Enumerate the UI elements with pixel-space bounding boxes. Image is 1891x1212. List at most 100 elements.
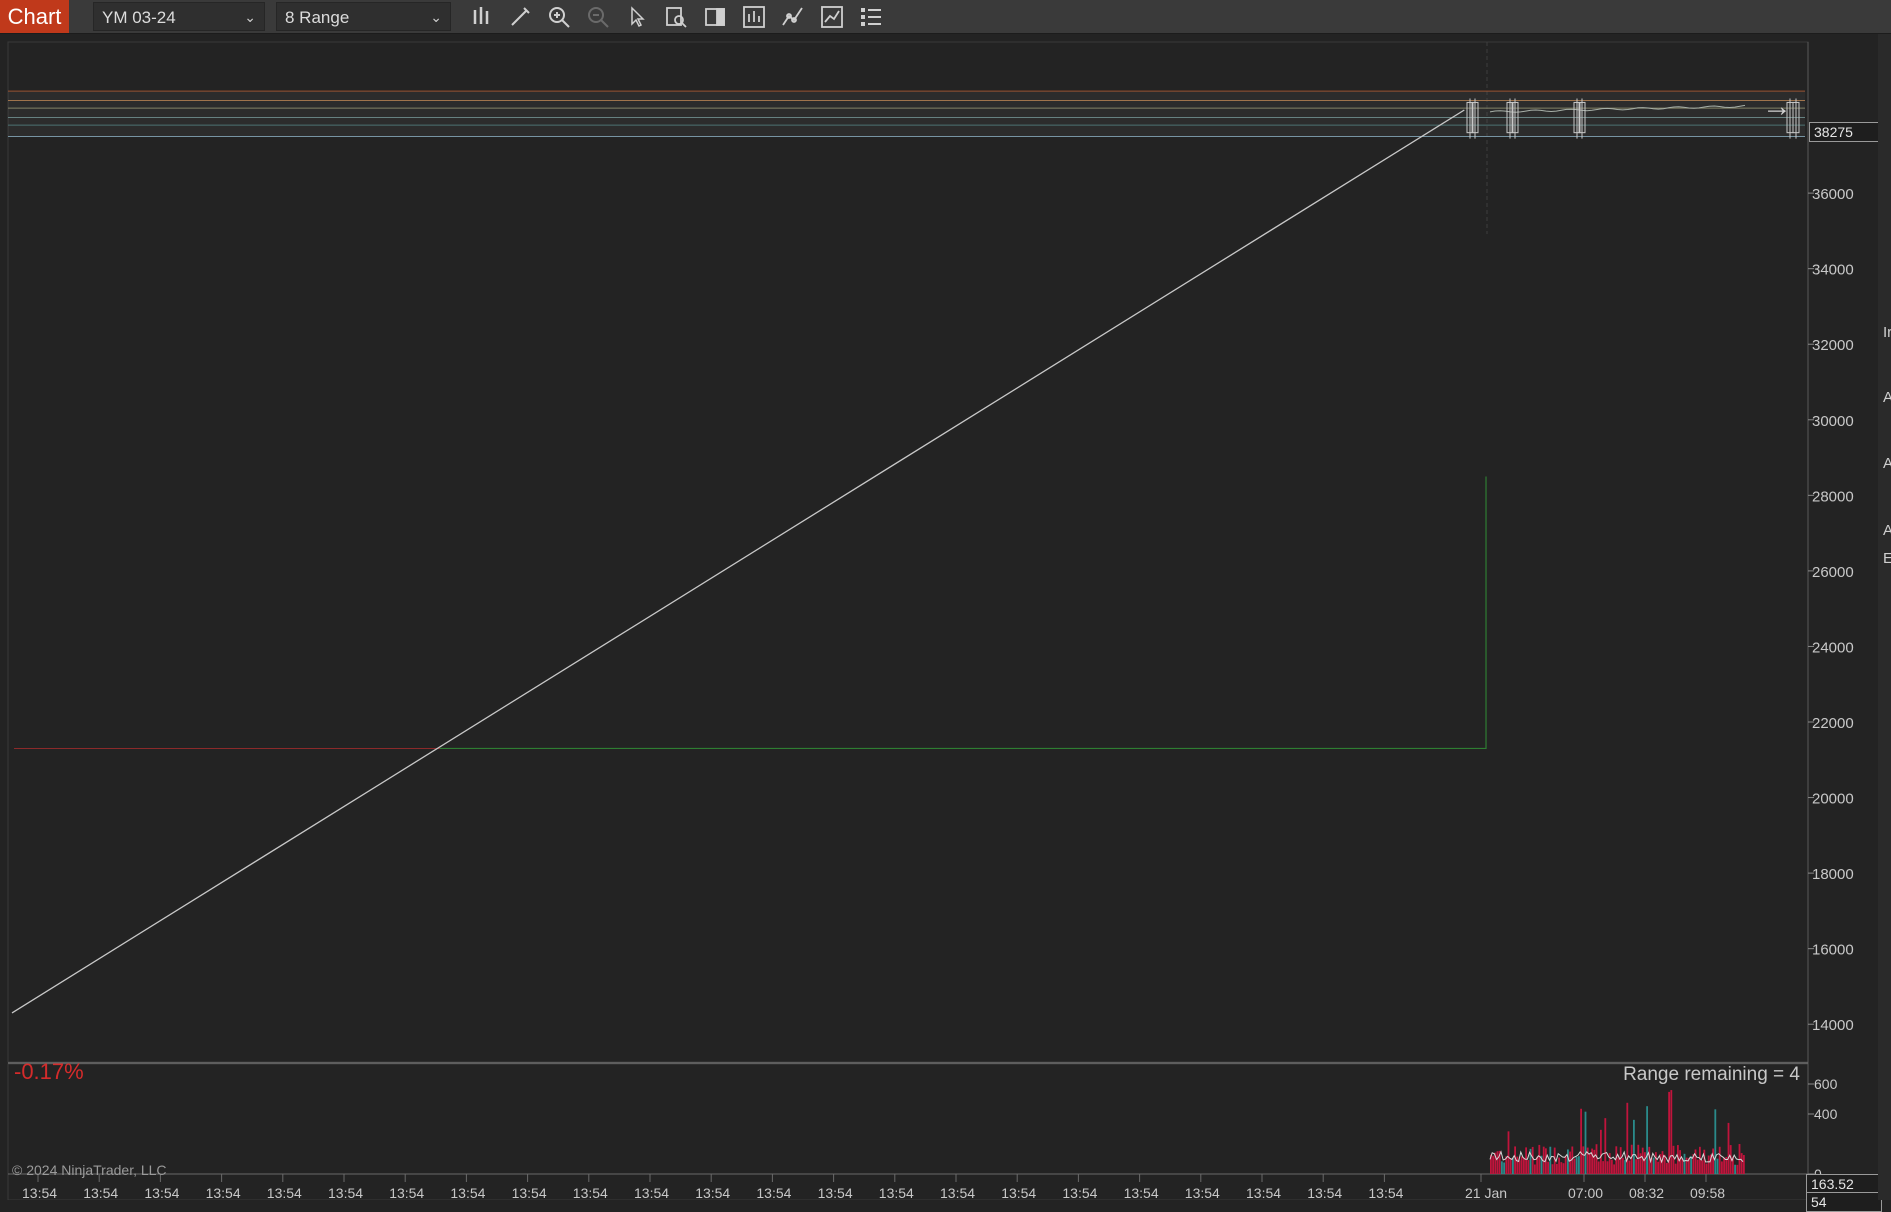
chart-canvas[interactable]: 14000 16000 18000 20000 22000 24000 26000 28000… (0, 34, 1891, 1200)
price-tick-label: 22000 (1812, 715, 1854, 732)
volume-bar (1641, 1147, 1644, 1174)
time-tick-label: 13:54 (450, 1185, 485, 1200)
price-tick-label: 16000 (1812, 942, 1854, 959)
volume-bar (1582, 1146, 1585, 1174)
volume-bar (1666, 1162, 1668, 1174)
volume-bar (1551, 1164, 1554, 1174)
chart-area[interactable]: 14000 16000 18000 20000 22000 24000 26000 28000… (0, 34, 1891, 1212)
data-box-icon[interactable] (663, 4, 689, 30)
time-tick-label: 13:54 (1062, 1185, 1097, 1200)
time-tick-label: 13:54 (267, 1185, 302, 1200)
bars-type-icon[interactable] (469, 4, 495, 30)
volume-bar (1705, 1163, 1708, 1174)
strategies-icon[interactable] (741, 4, 767, 30)
volume-bar (1562, 1163, 1565, 1174)
volume-bar (1707, 1155, 1710, 1174)
volume-bar (1694, 1149, 1697, 1174)
price-tick-label: 18000 (1812, 866, 1854, 883)
volume-bar (1696, 1159, 1699, 1174)
time-tick-label: 13:54 (756, 1185, 791, 1200)
time-tick-label: 13:54 (1124, 1185, 1159, 1200)
volume-bar (1672, 1145, 1675, 1174)
time-tick-label: 13:54 (83, 1185, 118, 1200)
volume-bar (1512, 1157, 1514, 1174)
time-tick-label: 13:54 (1368, 1185, 1403, 1200)
volume-bar (1509, 1158, 1512, 1174)
time-tick-label: 13:54 (573, 1185, 608, 1200)
chevron-down-icon: ⌄ (244, 9, 256, 25)
instrument-selector[interactable]: YM 03-24 ⌄ (93, 2, 265, 31)
volume-bar (1657, 1161, 1659, 1174)
volume-bar (1721, 1161, 1723, 1174)
instrument-label: YM 03-24 (102, 8, 176, 27)
time-tick-label: 13:54 (1001, 1185, 1036, 1200)
volume-bar (1602, 1161, 1604, 1174)
time-tick-label: 13:54 (328, 1185, 363, 1200)
volume-bar (1584, 1111, 1587, 1174)
volume-bar (1628, 1160, 1631, 1174)
time-tick-label: 13:54 (1246, 1185, 1281, 1200)
panel-label: Ir (1883, 324, 1891, 341)
price-tick-label: 30000 (1812, 413, 1854, 430)
reference-band (8, 91, 1805, 137)
time-tick-label: 13:54 (1185, 1185, 1220, 1200)
price-tick-label: 14000 (1812, 1017, 1854, 1034)
indicators-icon[interactable] (780, 4, 806, 30)
templates-icon[interactable] (819, 4, 845, 30)
volume-bar (1578, 1156, 1580, 1174)
volume-tick-label: 600 (1814, 1076, 1838, 1092)
volume-bar (1560, 1162, 1563, 1174)
volume-bar (1701, 1160, 1703, 1174)
volume-bar (1714, 1109, 1717, 1174)
time-tick-label: 13:54 (512, 1185, 547, 1200)
volume-tick-label: 400 (1814, 1106, 1838, 1122)
chevron-down-icon: ⌄ (430, 9, 442, 25)
properties-icon[interactable] (858, 4, 884, 30)
volume-bar (1683, 1153, 1686, 1174)
volume-bar (1633, 1119, 1635, 1174)
time-tick-label: 13:54 (940, 1185, 975, 1200)
volume-bar (1644, 1152, 1646, 1174)
volume-bar (1595, 1144, 1598, 1174)
price-tick-label: 28000 (1812, 488, 1854, 505)
price-tick-label: 36000 (1812, 186, 1854, 203)
percent-change-label: -0.17% (14, 1059, 84, 1084)
volume-bar (1637, 1144, 1640, 1174)
volume-bar (1624, 1160, 1626, 1174)
right-side-panel[interactable]: Ir A A A E (1878, 34, 1891, 1200)
volume-bar (1736, 1164, 1739, 1174)
time-tick-label: 13:54 (634, 1185, 669, 1200)
volume-bar (1652, 1157, 1655, 1174)
chart-tab[interactable]: Chart (0, 0, 69, 33)
chart-trader-icon[interactable] (702, 4, 728, 30)
volume-bar (1723, 1157, 1725, 1174)
price-tick-label: 32000 (1812, 337, 1854, 354)
time-tick-label: 09:58 (1690, 1185, 1725, 1200)
zoom-out-icon[interactable] (585, 4, 611, 30)
volume-bar (1716, 1158, 1719, 1174)
bar-type-selector[interactable]: 8 Range ⌄ (276, 2, 451, 31)
volume-bar (1712, 1148, 1714, 1174)
range-remaining-label: Range remaining = 4 (1623, 1064, 1800, 1085)
volume-bar (1743, 1155, 1745, 1174)
volume-bar (1503, 1162, 1505, 1174)
time-tick-label: 13:54 (144, 1185, 179, 1200)
price-tick-label: 34000 (1812, 262, 1854, 279)
volume-bar (1626, 1102, 1629, 1174)
time-tick-label: 08:32 (1629, 1185, 1664, 1200)
volume-bar (1617, 1156, 1620, 1174)
zoom-in-icon[interactable] (546, 4, 572, 30)
pointer-icon[interactable] (624, 4, 650, 30)
time-tick-label: 13:54 (22, 1185, 57, 1200)
time-tick-label: 21 Jan (1465, 1185, 1507, 1200)
volume-bar (1589, 1153, 1591, 1174)
volume-bar (1523, 1158, 1525, 1174)
scroll-to-end-button[interactable]: → (1762, 90, 1792, 124)
draw-pencil-icon[interactable] (507, 4, 533, 30)
volume-bar (1525, 1147, 1527, 1174)
time-tick-label: 13:54 (1307, 1185, 1342, 1200)
volume-bar (1604, 1118, 1607, 1174)
volume-bar (1635, 1159, 1637, 1174)
volume-bar (1556, 1163, 1558, 1174)
volume-bar (1699, 1146, 1701, 1174)
